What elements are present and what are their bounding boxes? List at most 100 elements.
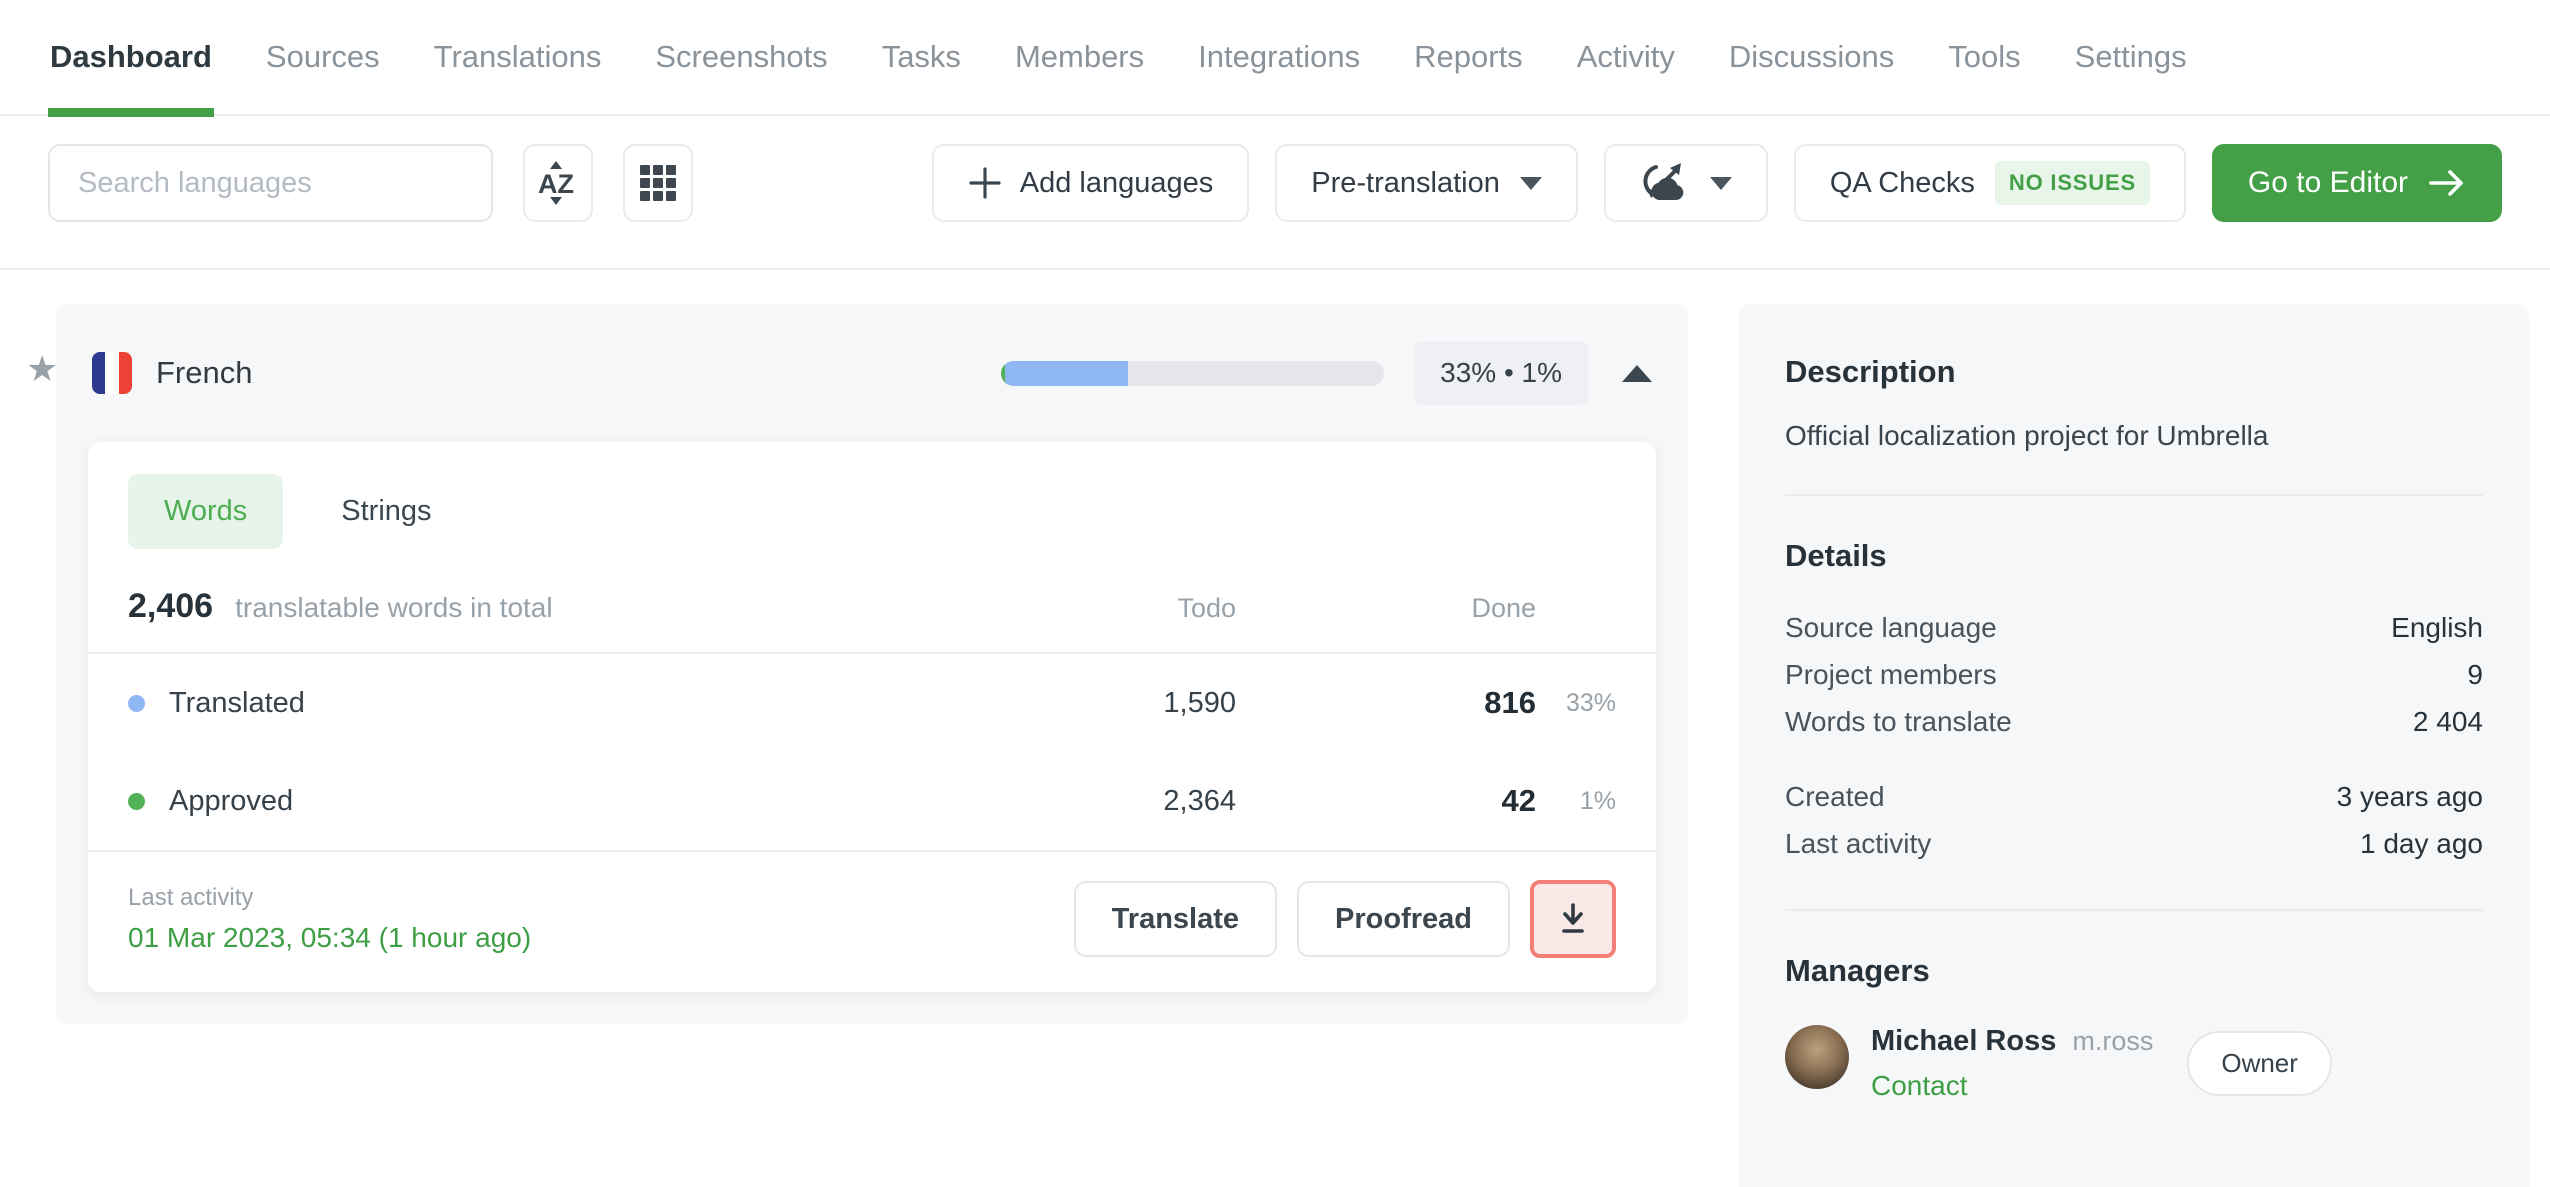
language-actions: Translate Proofread [1073,880,1616,958]
detail-value: 1 day ago [2360,827,2483,859]
progress-translated [1004,360,1128,386]
total-words-caption: translatable words in total [235,592,553,623]
proofread-button[interactable]: Proofread [1297,881,1510,957]
manager-row: Michael Ross m.ross Contact Owner [1785,1025,2483,1102]
detail-row: Words to translate 2 404 [1785,698,2483,745]
detail-value: 2 404 [2412,705,2483,737]
detail-label: Created [1785,780,1885,812]
search-input[interactable] [48,144,493,222]
details-group-1: Source language English Project members 9 Wo… [1785,604,2483,745]
grid-view-button[interactable] [623,144,693,222]
nav-tab-integrations[interactable]: Integrations [1196,0,1362,115]
arrow-right-icon [2429,170,2463,196]
nav-tab-sources[interactable]: Sources [264,0,382,115]
plus-icon [969,167,1001,199]
nav-tab-activity[interactable]: Activity [1575,0,1677,115]
nav-tab-dashboard[interactable]: Dashboard [48,0,214,117]
stats-footer: Last activity 01 Mar 2023, 05:34 (1 hour… [88,852,1656,992]
stats-row: Approved 2,364 42 1% [88,752,1656,850]
total-words-number: 2,406 [128,587,214,625]
download-button-highlighted[interactable] [1530,880,1616,958]
last-activity-label: Last activity [128,884,254,911]
units-toggle: Words Strings [88,442,1656,549]
language-card-french: French 33% • 1% Words Strings 2,406 tran… [56,304,1688,1024]
nav-tab-settings[interactable]: Settings [2073,0,2189,115]
done-value: 42 [1501,783,1536,818]
detail-label: Words to translate [1785,705,2012,737]
tab-strings[interactable]: Strings [341,495,431,528]
detail-row: Created 3 years ago [1785,773,2483,820]
nav-tab-translations[interactable]: Translations [432,0,604,115]
az-sort-icon: AZ [538,161,574,205]
machine-translation-button[interactable] [1603,144,1768,222]
manager-username: m.ross [2072,1026,2154,1056]
todo-value: 2,364 [1163,784,1236,817]
column-header-done: Done [1471,593,1536,623]
manager-info: Michael Ross m.ross Contact [1871,1025,2153,1102]
todo-value: 1,590 [1163,686,1236,719]
status-label: Approved [169,784,294,817]
nav-tab-members[interactable]: Members [1013,0,1146,115]
done-percent: 1% [1579,786,1616,815]
detail-label: Source language [1785,611,1997,643]
status-dot [128,792,145,810]
collapse-chevron-icon[interactable] [1622,364,1652,382]
detail-row: Source language English [1785,604,2483,651]
language-row-header[interactable]: French 33% • 1% [56,304,1688,442]
language-stats-card: Words Strings 2,406 translatable words i… [88,442,1656,992]
grid-view-icon [640,165,676,201]
svg-text:AZ: AZ [538,169,574,199]
detail-label: Project members [1785,658,1997,690]
detail-value: 9 [2467,658,2483,690]
detail-value: 3 years ago [2336,780,2483,812]
stats-row: Translated 1,590 816 33% [88,654,1656,752]
download-icon [1562,903,1584,933]
description-text: Official localization project for Umbrel… [1785,420,2269,451]
add-languages-label: Add languages [1019,166,1214,199]
nav-tab-tools[interactable]: Tools [1946,0,2022,115]
details-group-2: Created 3 years ago Last activity 1 day ago [1785,773,2483,867]
sort-alphabetical-button[interactable]: AZ [523,144,593,222]
detail-value: English [2391,611,2483,643]
language-name: French [156,355,253,390]
status-dot [128,694,145,712]
chevron-down-icon [1519,176,1542,190]
top-nav: Dashboard Sources Translations Screenshots T… [0,0,2550,117]
managers-title: Managers [1785,953,1930,988]
owner-badge: Owner [2187,1031,2332,1096]
main-content: ★ French 33% • 1% Words Strings 2,406 tr… [0,270,2550,1187]
chevron-down-icon [1709,176,1732,190]
last-activity-link[interactable]: 01 Mar 2023, 05:34 (1 hour ago) [128,922,531,954]
detail-label: Last activity [1785,827,1932,859]
add-languages-button[interactable]: Add languages [931,144,1250,222]
divider [1785,909,2483,911]
go-to-editor-label: Go to Editor [2247,166,2408,199]
france-flag-icon [92,352,132,394]
stats-rows: Translated 1,590 816 33% Approved 2,364 42 1% [88,654,1656,850]
qa-checks-button[interactable]: QA Checks NO ISSUES [1793,144,2186,222]
translation-progress-bar [1001,360,1385,386]
nav-tab-screenshots[interactable]: Screenshots [653,0,829,115]
project-info-panel: Description Official localization projec… [1739,304,2529,1187]
tab-words[interactable]: Words [128,474,284,549]
status-label: Translated [169,686,305,719]
column-header-todo: Todo [1177,593,1236,623]
nav-tab-reports[interactable]: Reports [1412,0,1525,115]
divider [1785,494,2483,496]
nav-tab-discussions[interactable]: Discussions [1727,0,1896,115]
favorite-star-icon[interactable]: ★ [26,348,58,390]
pre-translation-button[interactable]: Pre-translation [1275,144,1578,222]
qa-status-badge: NO ISSUES [1994,161,2150,205]
manager-name: Michael Ross [1871,1025,2057,1057]
done-value: 816 [1484,685,1536,720]
avatar [1785,1025,1849,1089]
pre-translation-label: Pre-translation [1311,166,1500,199]
nav-tab-tasks[interactable]: Tasks [880,0,963,115]
contact-link[interactable]: Contact [1871,1070,2153,1102]
totals-header-row: 2,406 translatable words in total Todo D… [88,549,1656,652]
toolbar: AZ Add languages Pre-translation [48,144,2502,222]
go-to-editor-button[interactable]: Go to Editor [2211,144,2502,222]
translate-button[interactable]: Translate [1073,881,1278,957]
detail-row: Project members 9 [1785,651,2483,698]
machine-translation-cloud-icon [1643,163,1684,201]
